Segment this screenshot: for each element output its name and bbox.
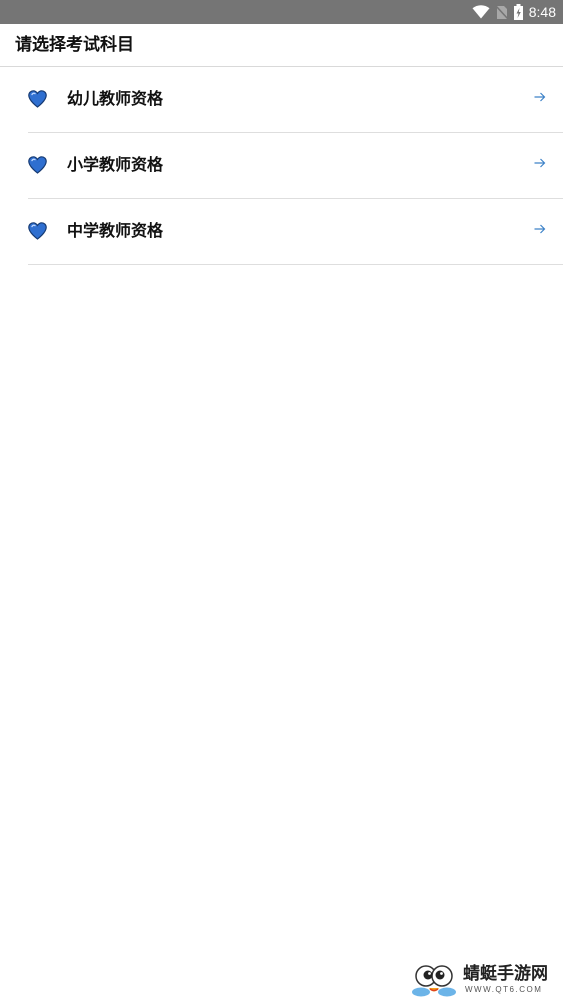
blue-heart-icon: [28, 222, 47, 240]
blue-heart-icon: [28, 156, 47, 174]
list-item-secondary-teacher[interactable]: 中学教师资格: [28, 199, 563, 265]
arrow-right-icon: [534, 223, 546, 235]
watermark-name: 蜻蜓手游网: [463, 964, 548, 984]
subject-list: 幼儿教师资格 小学教师资格 中学教师资格: [28, 67, 563, 265]
list-item-primary-teacher[interactable]: 小学教师资格: [28, 133, 563, 199]
status-icons: 8:48: [472, 0, 556, 24]
dragonfly-mascot-icon: [411, 962, 457, 998]
status-clock: 8:48: [528, 4, 556, 20]
app-bar: 请选择考试科目: [0, 24, 563, 67]
watermark-url: WWW.QT6.COM: [465, 985, 543, 994]
arrow-right-icon: [534, 157, 546, 169]
no-sim-icon: [495, 4, 508, 20]
arrow-right-icon: [534, 91, 546, 103]
list-item-label: 小学教师资格: [67, 155, 164, 174]
watermark: 蜻蜓手游网 WWW.QT6.COM: [411, 962, 557, 998]
wifi-icon: [472, 5, 490, 19]
blue-heart-icon: [28, 90, 47, 108]
status-bar: 8:48: [0, 0, 563, 24]
list-item-kindergarten-teacher[interactable]: 幼儿教师资格: [28, 67, 563, 133]
battery-charging-icon: [513, 4, 523, 20]
list-item-label: 幼儿教师资格: [67, 89, 164, 108]
page-title: 请选择考试科目: [15, 35, 134, 55]
screen: 8:48 请选择考试科目 幼儿教师资格 小学教师资格 中学教师资格 蜻蜓手游网 …: [0, 0, 563, 1000]
list-item-label: 中学教师资格: [67, 221, 164, 240]
